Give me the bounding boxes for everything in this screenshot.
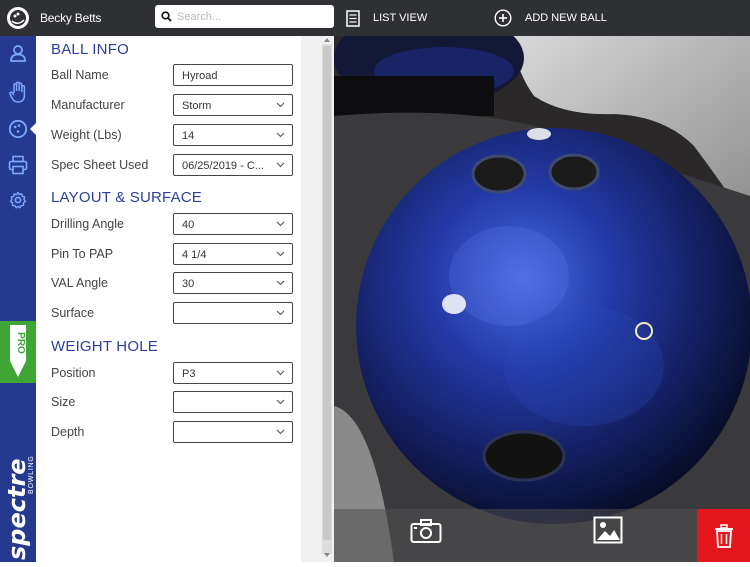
spec-sheet-value: 06/25/2019 - C... [182,160,274,172]
depth-select[interactable] [173,421,293,443]
user-icon [10,44,26,62]
pin-to-pap-select[interactable]: 4 1/4 [173,243,293,265]
delete-photo-button[interactable] [697,509,750,562]
sidebar: PRO spectre BOWLING [0,36,36,562]
section-title-ball-info: BALL INFO [51,41,129,58]
manufacturer-select[interactable]: Storm [173,94,293,116]
chevron-down-icon [276,131,285,138]
photo-action-bar [334,509,697,562]
section-title-weight-hole: WEIGHT HOLE [51,338,158,355]
image-icon [593,516,623,544]
gear-icon [9,191,27,209]
printer-icon [8,155,28,175]
label-manufacturer: Manufacturer [51,98,125,112]
brand-wordmark: spectre [3,458,31,560]
user-name: Becky Betts [40,11,101,25]
val-angle-select[interactable]: 30 [173,272,293,294]
surface-select[interactable] [173,302,293,324]
scrollbar-thumb[interactable] [323,46,331,540]
pro-badge-label: PRO [15,332,26,354]
label-position: Position [51,366,95,380]
sidebar-item-grip[interactable] [0,77,36,107]
search-box[interactable] [155,5,334,28]
sidebar-item-settings[interactable] [0,185,36,215]
sidebar-item-balls[interactable] [0,114,36,144]
take-photo-button[interactable] [410,518,442,544]
size-select[interactable] [173,391,293,413]
chevron-down-icon [276,161,285,168]
label-size: Size [51,395,75,409]
chevron-down-icon [276,309,285,316]
pro-badge: PRO [0,321,36,383]
add-new-ball-label: ADD NEW BALL [525,12,607,24]
list-view-button[interactable]: LIST VIEW [346,8,427,28]
drilling-angle-value: 40 [182,219,274,231]
brand-subtitle: BOWLING [28,455,35,494]
position-value: P3 [182,368,274,380]
manufacturer-value: Storm [182,100,274,112]
label-depth: Depth [51,425,84,439]
sidebar-item-profile[interactable] [0,38,36,68]
chevron-down-icon [276,101,285,108]
list-icon [346,10,360,27]
scroll-down-arrow-icon[interactable] [324,553,330,557]
position-select[interactable]: P3 [173,362,293,384]
ball-name-field[interactable]: Hyroad [173,64,293,86]
trash-icon [714,524,734,548]
app-logo-icon[interactable] [6,6,30,30]
scroll-up-arrow-icon[interactable] [324,38,330,42]
list-view-label: LIST VIEW [373,12,427,24]
add-new-ball-button[interactable]: ADD NEW BALL [494,8,607,28]
brand-logo: spectre BOWLING [0,398,36,562]
section-title-layout-surface: LAYOUT & SURFACE [51,189,202,206]
label-spec-sheet: Spec Sheet Used [51,158,148,172]
sidebar-item-print[interactable] [0,150,36,180]
search-icon [161,11,172,22]
ball-name-value: Hyroad [182,70,287,82]
label-pin-to-pap: Pin To PAP [51,247,113,261]
pin-to-pap-value: 4 1/4 [182,249,274,261]
chevron-down-icon [276,398,285,405]
add-circle-icon [494,9,512,27]
chevron-down-icon [276,369,285,376]
top-bar: Becky Betts LIST VIEW ADD NEW BALL [0,0,750,36]
chevron-down-icon [276,428,285,435]
chevron-down-icon [276,250,285,257]
val-angle-value: 30 [182,278,274,290]
ball-photo [334,36,750,562]
weight-select[interactable]: 14 [173,124,293,146]
spec-sheet-select[interactable]: 06/25/2019 - C... [173,154,293,176]
label-weight: Weight (Lbs) [51,128,122,142]
hand-icon [9,81,27,103]
search-input[interactable] [177,8,327,25]
drilling-angle-select[interactable]: 40 [173,213,293,235]
weight-value: 14 [182,130,274,142]
label-ball-name: Ball Name [51,68,109,82]
camera-icon [410,518,442,544]
label-drilling-angle: Drilling Angle [51,217,124,231]
label-surface: Surface [51,306,94,320]
label-val-angle: VAL Angle [51,276,108,290]
chevron-down-icon [276,220,285,227]
photo-gallery-button[interactable] [593,516,623,544]
chevron-down-icon [276,279,285,286]
ball-form: BALL INFO Ball Name Hyroad Manufacturer … [36,36,301,562]
bowling-ball-icon [8,119,28,139]
